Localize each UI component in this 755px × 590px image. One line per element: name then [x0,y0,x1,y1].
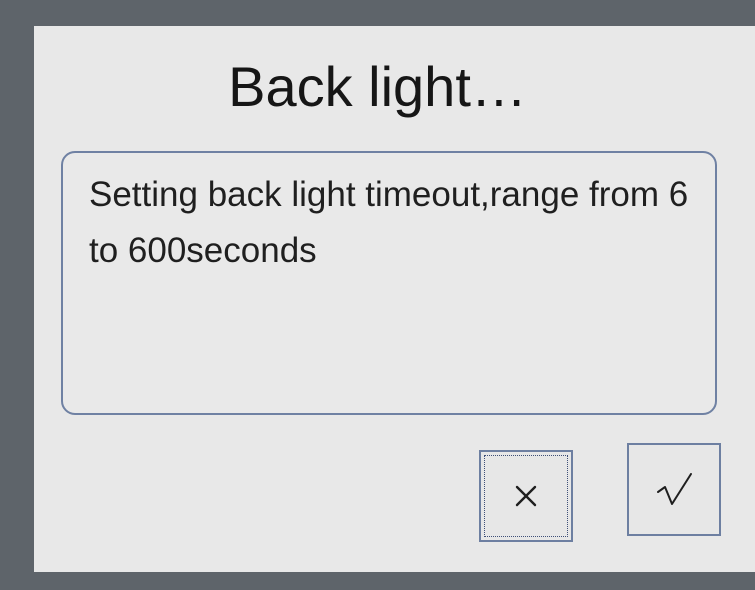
confirm-button[interactable] [627,443,721,536]
dialog-title: Back light… [228,55,527,118]
message-text: Setting back light timeout,range from 6 … [89,175,689,270]
cancel-button[interactable] [479,450,573,542]
message-box: Setting back light timeout,range from 6 … [61,151,717,415]
close-icon [481,452,571,540]
checkmark-icon [629,445,719,534]
